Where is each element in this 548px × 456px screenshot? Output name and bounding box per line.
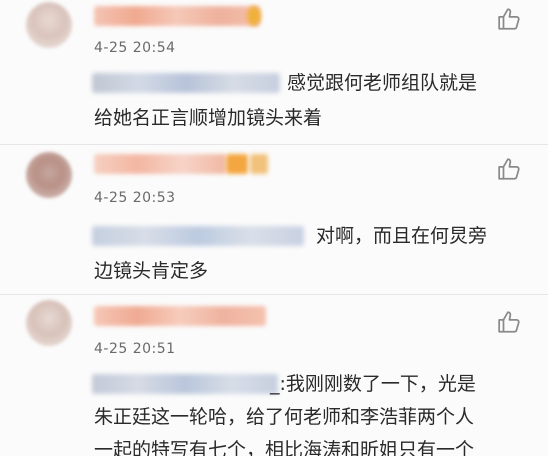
username-blurred[interactable]	[94, 6, 260, 26]
comment-timestamp: 4-25 20:51	[94, 341, 176, 357]
comment-timestamp: 4-25 20:54	[94, 40, 176, 56]
divider	[0, 144, 548, 145]
comment-text-line: 感觉跟何老师组队就是	[287, 72, 478, 94]
badge-blurred	[247, 6, 261, 26]
badge-blurred	[250, 154, 268, 174]
avatar[interactable]	[26, 300, 72, 346]
thumbs-up-icon[interactable]	[497, 156, 523, 182]
comment-text-line: _:我刚刚数了一下，光是	[270, 373, 476, 395]
username-blurred[interactable]	[94, 154, 226, 174]
comment-text-line: 一起的特写有七个，相比海涛和昕姐只有一个	[94, 439, 475, 456]
reply-mention-blurred[interactable]	[92, 73, 280, 93]
comment-text-line: 对啊，而且在何炅旁	[316, 225, 488, 247]
comment-text-line: 朱正廷这一轮哈，给了何老师和李浩菲两个人	[94, 406, 475, 428]
avatar[interactable]	[26, 2, 72, 48]
reply-mention-blurred[interactable]	[92, 226, 304, 246]
comment-timestamp: 4-25 20:53	[94, 190, 176, 206]
username-blurred[interactable]	[94, 306, 266, 326]
reply-mention-blurred[interactable]	[92, 374, 278, 394]
thumbs-up-icon[interactable]	[497, 6, 523, 32]
badge-blurred	[226, 154, 248, 174]
thumbs-up-icon[interactable]	[497, 309, 523, 335]
comment-list: 4-25 20:54 感觉跟何老师组队就是 给她名正言顺增加镜头来着 4-25 …	[0, 0, 548, 456]
comment-text-line: 边镜头肯定多	[94, 260, 209, 282]
avatar[interactable]	[26, 152, 72, 198]
comment-text-line: 给她名正言顺增加镜头来着	[94, 107, 323, 129]
divider	[0, 294, 548, 295]
